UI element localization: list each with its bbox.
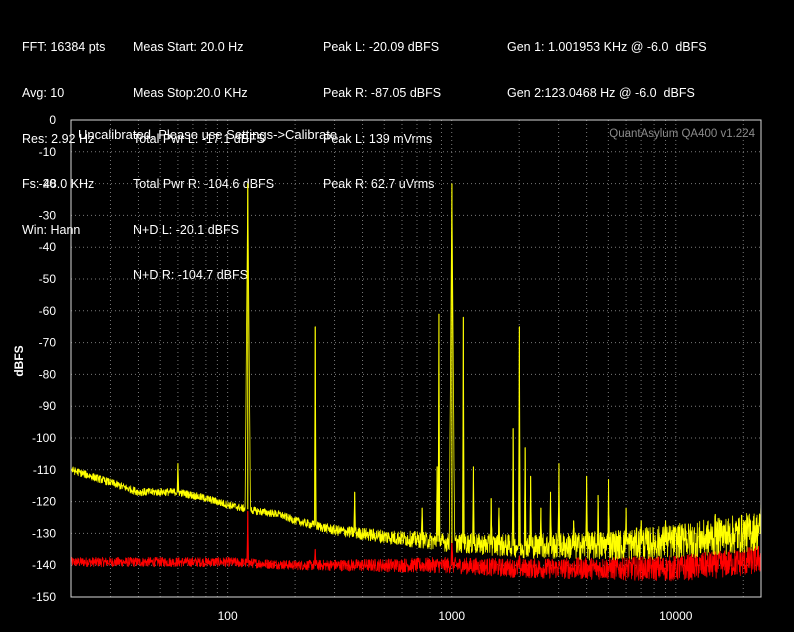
calibration-warning: Uncalibrated. Please use Settings->Calib…	[78, 127, 337, 142]
plot-frame	[70, 119, 762, 598]
y-tick-label: -140	[32, 558, 56, 572]
grid	[71, 120, 761, 597]
x-tick-label: 100	[218, 609, 238, 623]
y-tick-label: -50	[39, 272, 57, 286]
x-axis-ticks: 100 1000 10000	[218, 609, 693, 623]
y-tick-label: -130	[32, 526, 56, 540]
y-axis-label: dBFS	[12, 345, 26, 376]
series-layer	[71, 183, 761, 582]
y-tick-label: -60	[39, 304, 57, 318]
y-tick-label: 0	[49, 113, 56, 127]
y-tick-label: -90	[39, 399, 57, 413]
app-version-label: QuantAsylum QA400 v1.224	[609, 128, 755, 140]
y-axis-ticks: 0 -10 -20 -30 -40 -50 -60 -70 -80 -90 -100 -110 -120…	[32, 113, 56, 604]
y-tick-label: -120	[32, 495, 56, 509]
y-tick-label: -20	[39, 177, 57, 191]
y-tick-label: -30	[39, 208, 57, 222]
y-tick-label: -70	[39, 336, 57, 350]
x-tick-label: 10000	[659, 609, 693, 623]
y-tick-label: -80	[39, 367, 57, 381]
y-tick-label: -110	[33, 463, 56, 477]
y-tick-label: -10	[39, 145, 57, 159]
series-line	[71, 183, 761, 561]
y-tick-label: -40	[39, 240, 57, 254]
y-tick-label: -100	[32, 431, 56, 445]
fft-spectrum-chart[interactable]: 0 -10 -20 -30 -40 -50 -60 -70 -80 -90 -100 -110 -120…	[0, 0, 794, 632]
x-tick-label: 1000	[438, 609, 465, 623]
y-tick-label: -150	[32, 590, 56, 604]
